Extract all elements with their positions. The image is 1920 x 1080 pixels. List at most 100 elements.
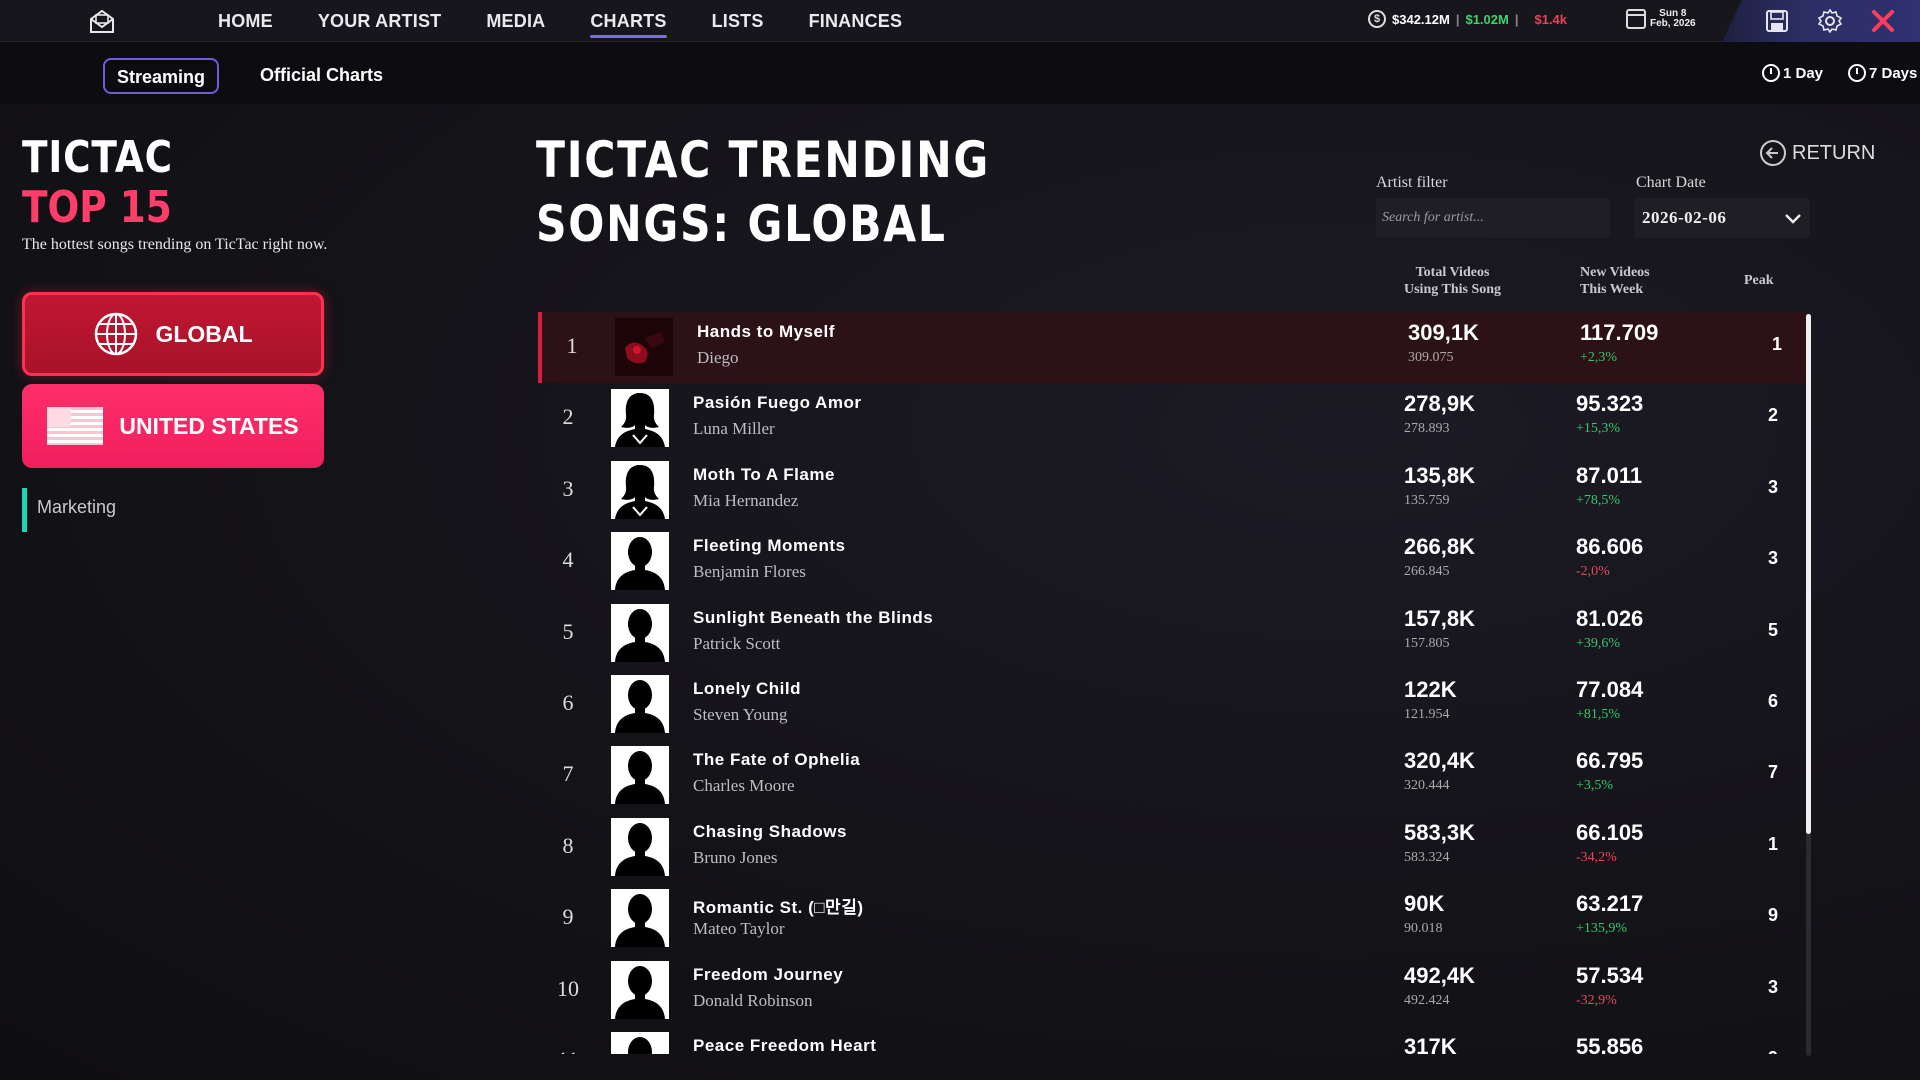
globe-icon [95,312,138,356]
total-videos: 157,8K [1404,605,1475,631]
artist-avatar[interactable] [611,817,669,876]
song-title[interactable]: Fleeting Moments [693,536,846,556]
artist-avatar[interactable] [611,532,669,591]
fast-forward-clock-icon [1848,64,1866,82]
artist-name[interactable]: Mia Hernandez [693,491,798,511]
song-title[interactable]: Freedom Journey [693,965,843,985]
nav-home[interactable]: HOME [218,0,273,42]
total-videos-exact: 266.845 [1404,564,1450,580]
artist-name[interactable]: Steven Young [693,705,787,725]
table-row[interactable]: 4 Fleeting Moments Benjamin Flores 266,8K 26… [538,526,1808,597]
artist-avatar[interactable] [611,1031,669,1054]
weekly-change: +39,6% [1576,635,1621,651]
close-icon[interactable] [1870,8,1896,34]
nav-finances[interactable]: FINANCES [809,0,903,42]
table-row[interactable]: 10 Freedom Journey Donald Robinson 492,4K 49… [538,955,1808,1026]
peak-position: 7 [1767,762,1778,783]
peak-position: 6 [1767,690,1778,711]
artist-avatar[interactable] [611,460,669,519]
artist-avatar[interactable] [611,960,669,1019]
song-title[interactable]: The Fate of Ophelia [693,750,860,770]
artist-name[interactable]: Mateo Taylor [693,919,785,939]
weekly-change: +78,5% [1576,492,1621,508]
artist-avatar[interactable] [611,746,669,805]
nav-charts[interactable]: CHARTS [590,0,667,42]
artist-name[interactable]: Bruno Jones [693,848,778,868]
row-rank: 6 [562,689,574,715]
artist-filter-label: Artist filter [1376,174,1448,191]
artist-avatar[interactable] [611,603,669,662]
artist-avatar[interactable] [611,389,669,448]
main-nav: HOME YOUR ARTIST MEDIA CHARTS LISTS FINANCES [218,0,947,42]
scrollbar[interactable] [1806,314,1811,1056]
song-title[interactable]: Hands to Myself [697,322,835,342]
total-videos-exact: 90.018 [1404,921,1443,937]
total-videos-exact: 135.759 [1404,492,1450,508]
sidebar-title: TICTAC [22,132,173,183]
return-button[interactable]: RETURN [1760,140,1875,166]
new-videos: 66.105 [1576,819,1644,845]
save-icon[interactable] [1766,10,1788,32]
peak-position: 5 [1767,619,1778,640]
artist-name[interactable]: Charles Moore [693,776,795,796]
peak-position: 3 [1767,476,1778,497]
table-row[interactable]: 11 Peace Freedom Heart 317K 55.856 9 [538,1026,1808,1054]
artist-avatar[interactable] [611,889,669,948]
new-videos: 77.084 [1576,676,1644,702]
table-row[interactable]: 7 The Fate of Ophelia Charles Moore 320,4K 3… [538,740,1808,811]
finance-summary: $ $342.12M | $1.02M | $1.4k [1368,10,1567,28]
peak-position: 1 [1767,833,1778,854]
song-title[interactable]: Moth To A Flame [693,465,835,485]
song-title[interactable]: Pasión Fuego Amor [693,393,861,413]
chart-date-select[interactable]: 2026-02-06 [1634,198,1810,238]
table-row[interactable]: 9 Romantic St. (□만길) Mateo Taylor 90K 90.018… [538,883,1808,954]
marketing-link[interactable]: Marketing [22,488,116,532]
peak-position: 1 [1771,334,1782,354]
time-1-day-button[interactable]: 1 Day [1762,64,1823,82]
artist-search-input[interactable] [1376,198,1610,238]
chart-type-bar: Streaming Official Charts 1 Day 7 Days [0,42,1920,104]
top-bar: HOME YOUR ARTIST MEDIA CHARTS LISTS FINANCES … [0,0,1920,42]
total-videos: 309,1K [1408,320,1479,345]
total-videos-exact: 157.805 [1404,635,1450,651]
nav-lists[interactable]: LISTS [712,0,764,42]
table-row[interactable]: 8 Chasing Shadows Bruno Jones 583,3K 583.324… [538,812,1808,883]
time-7-days-button[interactable]: 7 Days [1848,64,1917,82]
artist-name[interactable]: Benjamin Flores [693,562,806,582]
artist-avatar[interactable] [615,318,673,376]
balance: $342.12M [1392,11,1450,27]
nav-your-artist[interactable]: YOUR ARTIST [318,0,442,42]
artist-avatar[interactable] [611,674,669,733]
song-title[interactable]: Romantic St. (□만길) [693,893,864,918]
sidebar-subtitle: TOP 15 [22,182,172,233]
mail-icon[interactable] [88,8,116,34]
peak-position: 2 [1767,405,1778,426]
expense: $1.4k [1534,11,1568,27]
region-global-button[interactable]: GLOBAL [22,292,324,376]
table-row[interactable]: 1 Hands to Myself Diego 309,1K 309.075 117.70… [538,312,1808,384]
total-videos: 122K [1404,676,1457,702]
total-videos: 278,9K [1404,391,1475,417]
artist-name[interactable]: Patrick Scott [693,634,780,654]
artist-name[interactable]: Donald Robinson [693,991,812,1011]
table-row[interactable]: 5 Sunlight Beneath the Blinds Patrick Scot… [538,598,1808,669]
tab-official-charts[interactable]: Official Charts [248,58,395,94]
table-row[interactable]: 3 Moth To A Flame Mia Hernandez 135,8K 135.7… [538,455,1808,526]
row-rank: 1 [566,333,578,358]
artist-name[interactable]: Luna Miller [693,419,775,439]
song-title[interactable]: Chasing Shadows [693,822,847,842]
song-title[interactable]: Peace Freedom Heart [693,1036,876,1054]
chart-date-label: Chart Date [1636,174,1706,191]
column-new-videos-line1: New Videos [1580,265,1650,280]
song-title[interactable]: Lonely Child [693,679,801,699]
tab-streaming[interactable]: Streaming [103,58,220,94]
region-united-states-button[interactable]: UNITED STATES [22,384,324,468]
artist-name[interactable]: Diego [697,348,739,368]
song-title[interactable]: Sunlight Beneath the Blinds [693,608,933,628]
nav-media[interactable]: MEDIA [486,0,545,42]
scrollbar-thumb[interactable] [1806,314,1811,834]
table-row[interactable]: 2 Pasión Fuego Amor Luna Miller 278,9K 278.8… [538,383,1808,454]
date-text: Sun 8 Feb, 2026 [1650,9,1696,29]
gear-icon[interactable] [1818,9,1842,33]
table-row[interactable]: 6 Lonely Child Steven Young 122K 121.954 77.0… [538,669,1808,740]
